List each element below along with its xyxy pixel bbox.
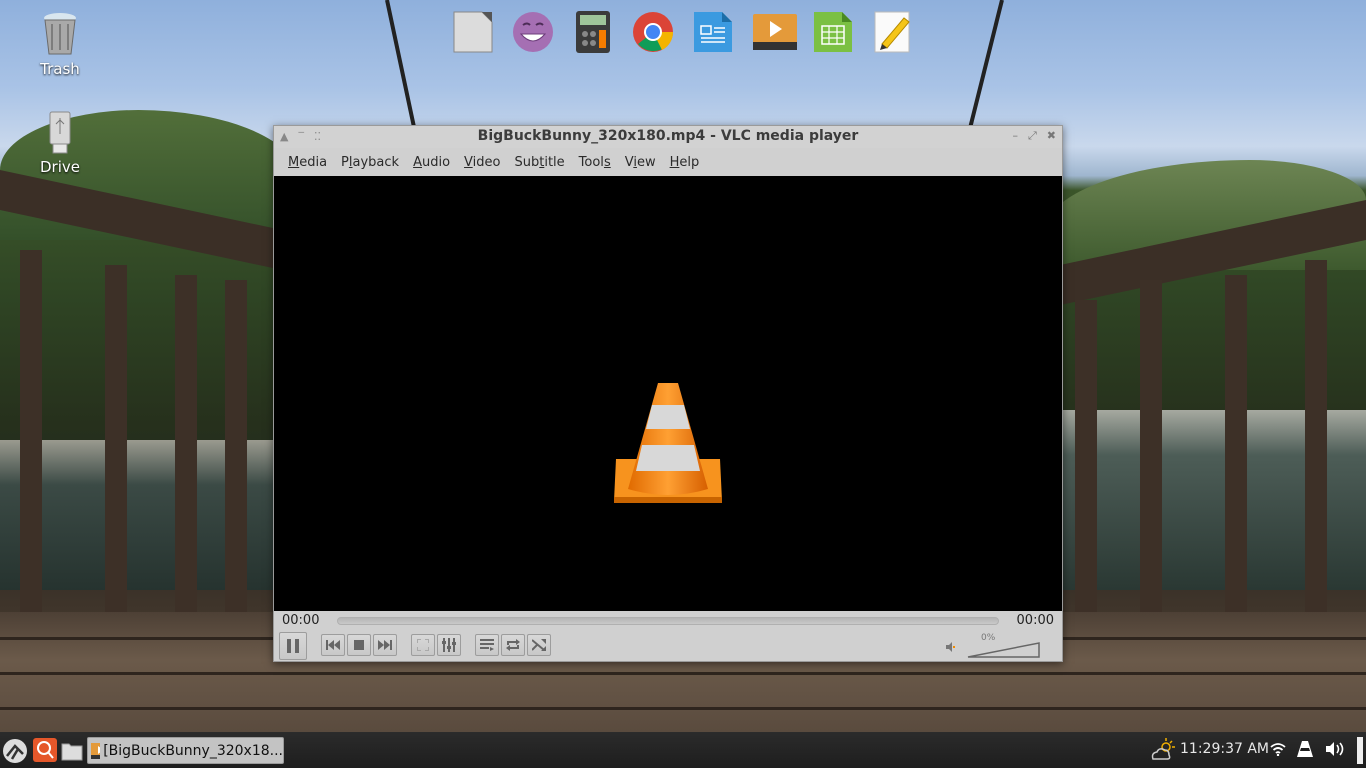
pause-icon [287, 639, 299, 653]
volume-slider[interactable]: 0% [967, 633, 1041, 659]
loop-button[interactable] [501, 634, 525, 656]
wallpaper-post [1075, 300, 1097, 620]
dock-writer[interactable] [692, 10, 734, 54]
dock-libreoffice[interactable] [452, 10, 494, 54]
menu-bar: Media Playback Audio Video Subtitle Tool… [274, 148, 1062, 176]
total-time: 00:00 [1016, 613, 1054, 628]
shuffle-button[interactable] [527, 634, 551, 656]
stop-button[interactable] [347, 634, 371, 656]
menu-accelerator: M [288, 154, 300, 170]
dock-spreadsheet[interactable] [812, 10, 854, 54]
menu-playback[interactable]: Playback [334, 155, 406, 170]
playlist-icon [480, 639, 494, 651]
taskbar-window-vlc[interactable]: [BigBuckBunny_320x18... [87, 737, 284, 764]
menu-view[interactable]: View [618, 155, 663, 170]
desktop-icon-drive[interactable]: Drive [20, 110, 100, 176]
equalizer-icon [442, 638, 456, 652]
vlc-tray-icon[interactable] [1297, 741, 1313, 757]
mute-speaker-icon[interactable] [946, 642, 956, 652]
window-titlebar[interactable]: ▲ ‾ ⁚⁚ BigBuckBunny_320x180.mp4 - VLC me… [274, 126, 1062, 148]
loop-icon [506, 639, 520, 651]
close-button[interactable]: ✖ [1047, 129, 1056, 143]
app-dock [452, 10, 914, 56]
menu-accelerator: t [539, 154, 545, 170]
desktop-icon-label: Drive [40, 158, 80, 176]
media-player-icon [753, 14, 797, 50]
media-player-icon [91, 742, 101, 759]
seek-row: 00:00 00:00 [274, 611, 1062, 631]
app-finder-icon[interactable] [33, 738, 57, 762]
seek-slider[interactable] [337, 617, 999, 625]
menu-audio[interactable]: Audio [406, 155, 457, 170]
menu-media[interactable]: Media [281, 155, 334, 170]
pause-button[interactable] [279, 632, 307, 660]
stop-icon [354, 640, 364, 650]
chrome-icon [633, 12, 674, 52]
file-manager-icon[interactable] [61, 741, 83, 761]
dock-chrome[interactable] [632, 10, 674, 54]
elapsed-time: 00:00 [282, 613, 320, 628]
volume-triangle [967, 642, 1040, 658]
dock-media-player[interactable] [752, 10, 797, 54]
menu-accelerator: A [413, 154, 422, 170]
menu-accelerator: H [669, 154, 680, 170]
next-button[interactable] [373, 634, 397, 656]
menu-tools[interactable]: Tools [572, 155, 618, 170]
fullscreen-button[interactable] [411, 634, 435, 656]
taskbar: [BigBuckBunny_320x18... 11:29:37 AM [0, 732, 1366, 768]
skip-next-icon [378, 640, 392, 650]
desktop-icon-trash[interactable]: Trash [20, 12, 100, 78]
writer-document-icon [694, 12, 732, 52]
wallpaper-cable [385, 0, 416, 128]
wallpaper-post [1140, 280, 1162, 660]
vlc-cone-logo [614, 383, 722, 503]
dock-messenger[interactable] [512, 10, 554, 54]
dock-calculator[interactable] [572, 10, 614, 54]
previous-button[interactable] [321, 634, 345, 656]
video-area[interactable] [274, 176, 1062, 611]
desktop-icon-label: Trash [40, 60, 80, 78]
weather-icon[interactable] [1150, 738, 1176, 762]
menu-subtitle[interactable]: Subtitle [507, 155, 571, 170]
extended-settings-button[interactable] [437, 634, 461, 656]
clock[interactable]: 11:29:37 AM [1180, 741, 1269, 757]
window-title: BigBuckBunny_320x180.mp4 - VLC media pla… [477, 128, 859, 144]
trash-icon [40, 12, 80, 56]
dock-text-editor[interactable] [872, 10, 914, 54]
menu-accelerator: i [633, 154, 637, 170]
playlist-button[interactable] [475, 634, 499, 656]
start-menu-icon[interactable] [2, 738, 28, 764]
vlc-window: ▲ ‾ ⁚⁚ BigBuckBunny_320x180.mp4 - VLC me… [273, 125, 1063, 662]
menu-help[interactable]: Help [663, 155, 707, 170]
minimize-button[interactable]: – [1012, 129, 1018, 143]
fullscreen-icon [417, 639, 429, 651]
playback-controls: 0% [274, 631, 1062, 663]
notepad-pencil-icon [874, 11, 910, 53]
wallpaper-cable [968, 0, 1004, 127]
libreoffice-icon [453, 11, 493, 53]
wallpaper-post [225, 280, 247, 640]
skip-previous-icon [326, 640, 340, 650]
wifi-icon[interactable] [1270, 742, 1286, 756]
smiley-messenger-icon [513, 12, 553, 52]
maximize-button[interactable]: ⤢ [1028, 129, 1037, 143]
show-desktop-button[interactable] [1357, 737, 1363, 764]
volume-tray-icon[interactable] [1326, 741, 1348, 757]
menu-video[interactable]: Video [457, 155, 507, 170]
menu-accelerator: s [603, 154, 611, 170]
calculator-icon [576, 11, 610, 53]
shuffle-icon [532, 639, 546, 651]
usb-drive-icon [40, 110, 80, 154]
menu-accelerator: V [464, 154, 473, 170]
taskbar-window-label: [BigBuckBunny_320x18... [103, 742, 283, 759]
spreadsheet-icon [814, 12, 852, 52]
menu-accelerator: l [348, 154, 353, 170]
